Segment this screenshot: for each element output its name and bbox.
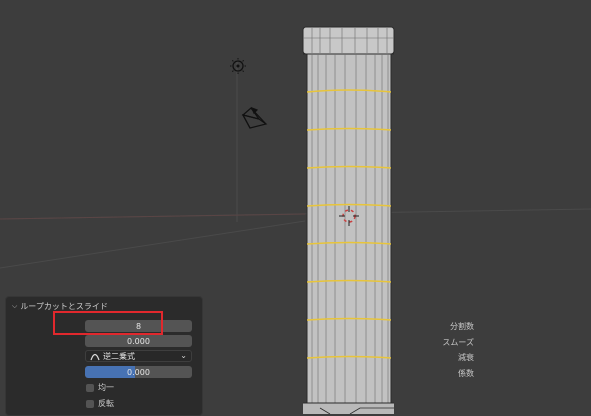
falloff-curve-icon: [90, 353, 100, 360]
cuts-highlight-box: [53, 311, 163, 335]
factor-slider[interactable]: 0.000: [85, 366, 192, 378]
even-option[interactable]: 均一: [86, 382, 114, 393]
factor-value: 0.000: [127, 367, 150, 377]
even-checkbox[interactable]: [86, 383, 94, 392]
falloff-label: 減衰: [458, 353, 474, 362]
operator-panel-title: ループカットとスライド: [20, 301, 108, 311]
factor-label: 係数: [458, 369, 474, 378]
flipped-option[interactable]: 反転: [86, 398, 114, 409]
falloff-dropdown[interactable]: 逆二乗式 ⌄: [85, 350, 192, 362]
flipped-label: 反転: [98, 399, 114, 408]
chevron-down-icon: ⌵: [12, 301, 18, 310]
smoothness-value: 0.000: [127, 336, 150, 346]
smoothness-field[interactable]: 0.000: [85, 335, 192, 347]
even-label: 均一: [98, 383, 114, 392]
floor-grid: [0, 60, 591, 269]
x-axis-line: [0, 213, 306, 220]
falloff-value: 逆二乗式: [103, 351, 135, 361]
light-icon[interactable]: [230, 58, 246, 74]
camera-icon[interactable]: [241, 106, 268, 129]
smoothness-label: スムーズ: [442, 338, 474, 347]
dropdown-arrow-icon: ⌄: [180, 351, 187, 360]
flipped-checkbox[interactable]: [86, 399, 94, 408]
cuts-label: 分割数: [450, 322, 474, 331]
